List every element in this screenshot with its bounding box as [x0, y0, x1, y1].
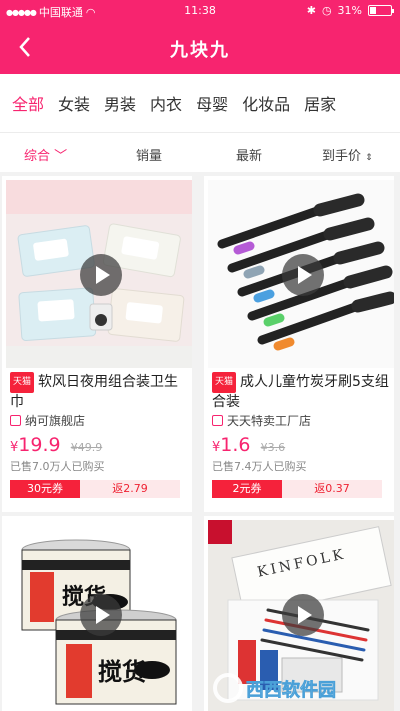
category-tabs: 全部 女装 男装 内衣 母婴 化妆品 居家 — [0, 74, 400, 132]
play-video-button[interactable] — [282, 254, 324, 296]
watermark-icon: 西西软件园 — [213, 673, 336, 703]
rebate-badge: 返2.79 — [80, 480, 180, 498]
rebate-badge: 返0.37 — [282, 480, 382, 498]
rebate-value: 0.37 — [325, 482, 350, 495]
shop-name[interactable]: 天天特卖工厂店 — [212, 412, 311, 429]
shop-name-label: 天天特卖工厂店 — [227, 414, 312, 428]
play-video-button[interactable] — [80, 254, 122, 296]
rebate-label: 返 — [314, 482, 326, 495]
sort-sales[interactable]: 销量 — [136, 145, 162, 164]
top-app-bar: 九块九 — [0, 22, 400, 74]
product-title: 天猫 成人儿童竹炭牙刷5支组合装 — [212, 372, 390, 412]
tab-all[interactable]: 全部 — [12, 91, 44, 115]
original-price: ¥3.6 — [260, 441, 286, 454]
rebate-label: 返 — [112, 482, 124, 495]
product-title: 天猫 软风日夜用组合装卫生巾 — [10, 372, 188, 412]
alarm-icon: ◷ — [321, 4, 332, 17]
rebate-value: 2.79 — [123, 482, 148, 495]
tab-baby[interactable]: 母婴 — [196, 91, 228, 115]
coupon-button[interactable]: 30元券 — [10, 480, 80, 498]
tmall-badge: 天猫 — [212, 372, 237, 393]
shop-name-label: 纳可旗舰店 — [25, 414, 86, 428]
product-title-text: 成人儿童竹炭牙刷5支组合装 — [212, 374, 389, 410]
shop-name[interactable]: 纳可旗舰店 — [10, 412, 85, 429]
tmall-badge: 天猫 — [10, 372, 35, 393]
bluetooth-icon: ✱ — [306, 4, 316, 17]
play-video-button[interactable] — [282, 594, 324, 636]
price: ¥1.6 ¥3.6 — [212, 434, 285, 456]
sort-composite-label: 综合 — [24, 149, 51, 164]
product-card[interactable]: 天猫 成人儿童竹炭牙刷5支组合装 天天特卖工厂店 ¥1.6 ¥3.6 已售7.4万… — [204, 176, 394, 512]
tab-men[interactable]: 男装 — [104, 91, 136, 115]
sort-newest[interactable]: 最新 — [236, 145, 262, 164]
price-value: 19.9 — [18, 434, 61, 456]
sort-bar: 综合 ﹀ 销量 最新 到手价 ⇕ — [0, 132, 400, 172]
tab-home[interactable]: 居家 — [304, 91, 336, 115]
product-title-text: 软风日夜用组合装卫生巾 — [10, 374, 179, 410]
watermark-logo: 西西软件园 — [212, 671, 392, 705]
coupon-button[interactable]: 2元券 — [212, 480, 282, 498]
chevron-down-icon: ﹀ — [54, 149, 68, 164]
sort-arrows-icon: ⇕ — [365, 153, 373, 163]
sold-count: 已售7.4万人已购买 — [212, 460, 307, 473]
product-image[interactable] — [208, 180, 394, 368]
status-right: ✱ ◷ 31% — [306, 4, 394, 17]
page-title: 九块九 — [170, 40, 230, 61]
product-image[interactable] — [6, 180, 192, 368]
battery-icon — [368, 5, 394, 16]
tab-underwear[interactable]: 内衣 — [150, 91, 182, 115]
price-value: 1.6 — [220, 434, 251, 456]
sold-count: 已售7.0万人已购买 — [10, 460, 105, 473]
sort-final-price-label: 到手价 — [322, 149, 362, 164]
tab-cosmetics[interactable]: 化妆品 — [242, 91, 290, 115]
status-bar: ●●●●● 中国联通 ◠ 11:38 ✱ ◷ 31% — [0, 0, 400, 22]
shop-icon — [212, 415, 223, 426]
tab-women[interactable]: 女装 — [58, 91, 90, 115]
sort-final-price[interactable]: 到手价 ⇕ — [322, 145, 373, 164]
watermark-text: 西西软件园 — [246, 679, 336, 701]
original-price: ¥49.9 — [70, 441, 103, 454]
product-image[interactable]: 搅货 搅货 — [6, 520, 192, 711]
sort-composite[interactable]: 综合 ﹀ — [24, 145, 67, 164]
price: ¥19.9 ¥49.9 — [10, 434, 102, 456]
battery-percent: 31% — [337, 4, 362, 17]
product-card[interactable]: 天猫 软风日夜用组合装卫生巾 纳可旗舰店 ¥19.9 ¥49.9 已售7.0万人已… — [2, 176, 192, 512]
play-video-button[interactable] — [80, 594, 122, 636]
product-card[interactable]: 搅货 搅货 — [2, 516, 192, 711]
shop-icon — [10, 415, 21, 426]
